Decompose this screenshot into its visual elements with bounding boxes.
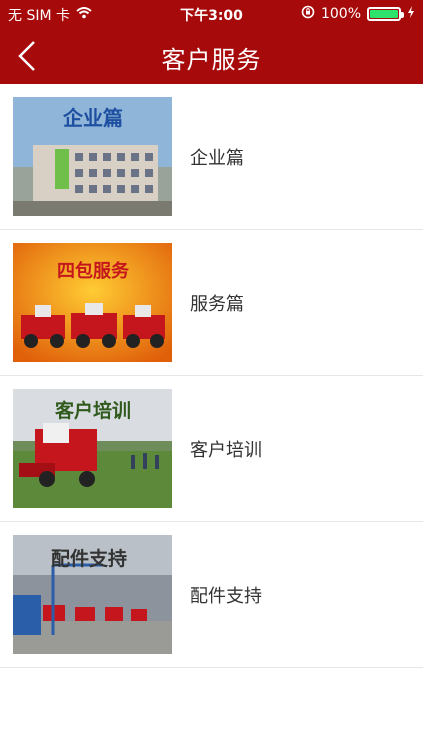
battery-percent: 100% [320, 6, 361, 22]
orientation-lock-icon [301, 5, 315, 23]
item-label: 客户培训 [190, 440, 262, 461]
image-caption: 客户培训 [55, 399, 131, 422]
item-label: 配件支持 [190, 586, 262, 607]
list-item-training[interactable]: 客户培训 客户培训 [0, 376, 423, 522]
battery-fill [370, 10, 398, 18]
item-label: 服务篇 [190, 294, 244, 315]
image-caption: 四包服务 [57, 260, 130, 282]
service-image: 四包服务 [13, 243, 172, 362]
enterprise-image: 企业篇 [13, 97, 172, 216]
list-item-parts[interactable]: 配件支持 配件支持 [0, 522, 423, 668]
parts-image: 配件支持 [13, 535, 172, 654]
image-caption: 配件支持 [51, 547, 127, 570]
list-item-enterprise[interactable]: 企业篇 企业篇 [0, 84, 423, 230]
list-item-service[interactable]: 四包服务 服务篇 [0, 230, 423, 376]
item-label: 企业篇 [190, 148, 244, 169]
status-bar: 无 SIM 卡 下午3:00 100% [0, 0, 423, 28]
header: 无 SIM 卡 下午3:00 100% 客户服务 [0, 0, 423, 84]
image-caption: 企业篇 [62, 106, 123, 130]
battery-icon [367, 7, 404, 21]
status-right: 100% [301, 5, 415, 23]
nav-bar: 客户服务 [0, 28, 423, 84]
training-image: 客户培训 [13, 389, 172, 508]
page-title: 客户服务 [161, 46, 262, 74]
service-list: 企业篇 企业篇 四包服务 服务篇 客户培训 客户培训 配件支持 配件支持 [0, 84, 423, 668]
charging-icon [407, 6, 415, 22]
